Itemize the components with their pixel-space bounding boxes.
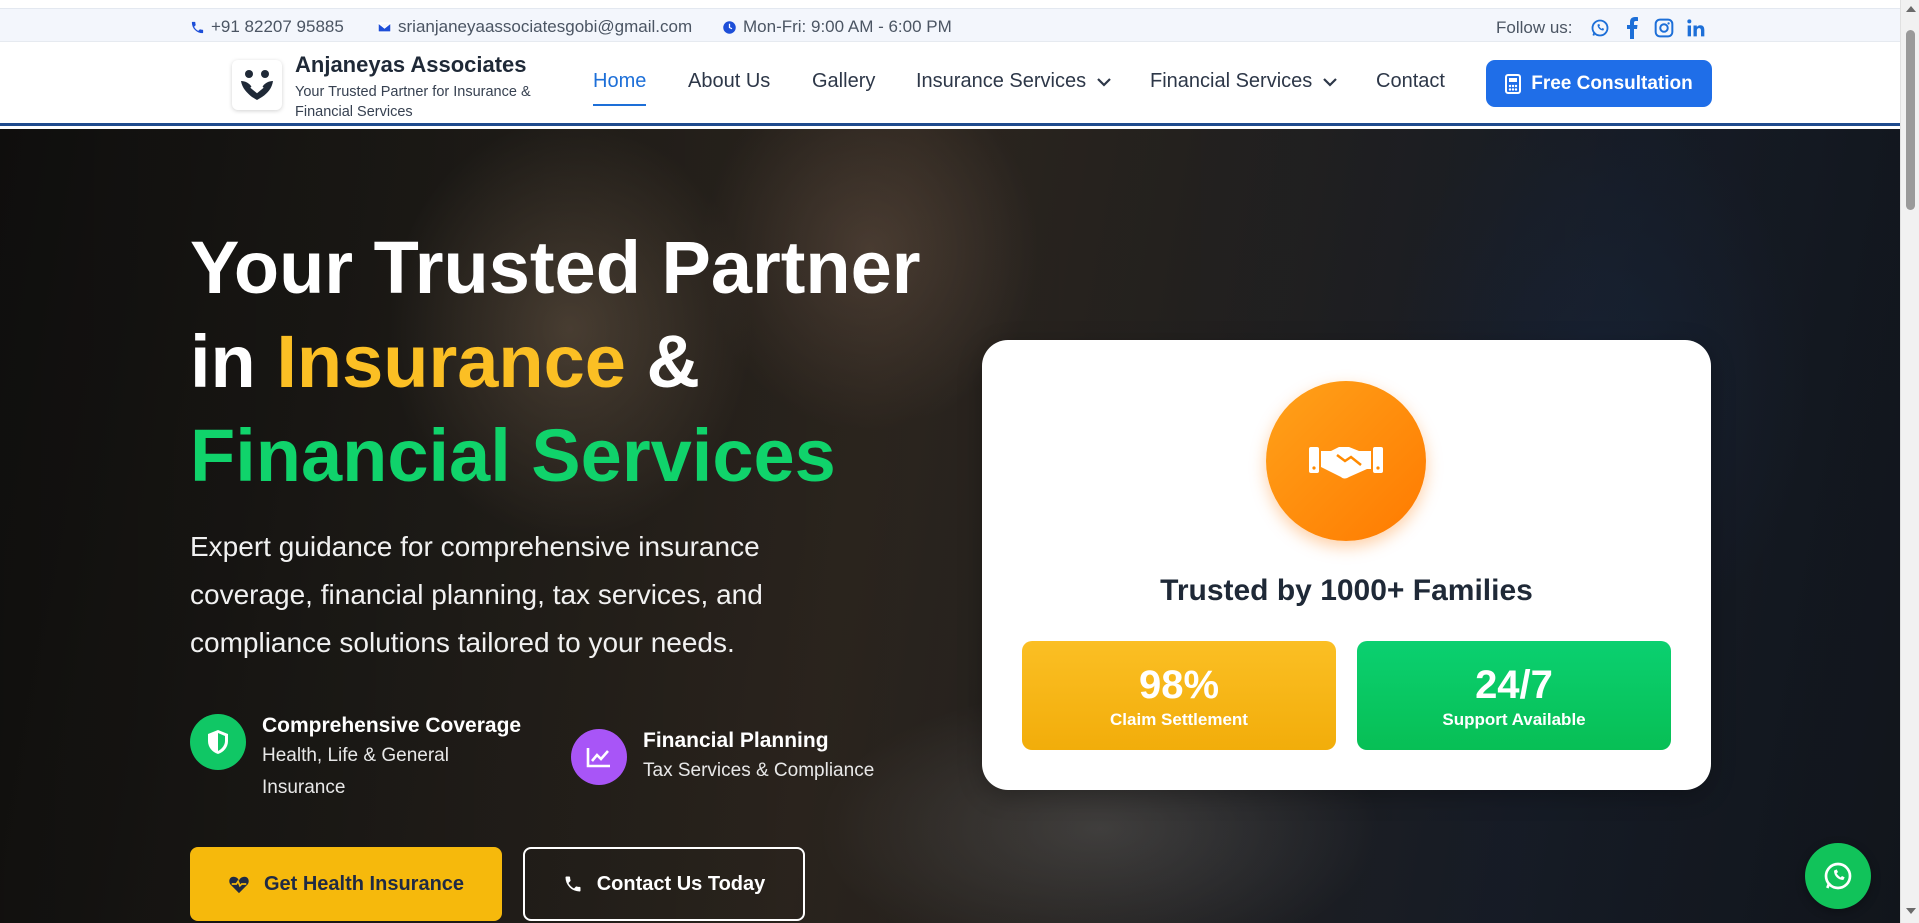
stat-claim-label: Claim Settlement [1110,710,1248,729]
feature-planning: Financial Planning Tax Services & Compli… [571,729,901,787]
nav-gallery[interactable]: Gallery [812,70,875,93]
facebook-icon[interactable] [1621,17,1643,39]
get-health-insurance-label: Get Health Insurance [263,872,465,895]
page-scrollbar[interactable] [1900,0,1919,923]
nav-insurance-label: Insurance Services [916,70,1087,92]
headline-amp: & [625,320,700,403]
stat-support-label: Support Available [1442,710,1586,729]
scroll-up-arrow[interactable] [1906,6,1916,12]
social-links: Follow us: [1496,17,1707,39]
chart-line-icon [571,729,627,785]
site-header: Anjaneyas Associates Your Trusted Partne… [0,42,1900,126]
email-info[interactable]: srianjaneyaassociatesgobi@gmail.com [377,17,692,37]
feature-coverage-title: Comprehensive Coverage [262,714,522,737]
whatsapp-icon [1824,862,1852,890]
feature-coverage: Comprehensive Coverage Health, Life & Ge… [190,714,550,804]
chevron-down-icon [1323,77,1338,87]
nav-financial-label: Financial Services [1150,70,1313,92]
hero-headline: Your Trusted Partner in Insurance & Fina… [190,221,921,503]
feature-planning-title: Financial Planning [643,729,829,752]
calculator-icon [1505,73,1522,94]
stat-support: 24/7 Support Available [1357,641,1671,750]
stat-claim-value: 98% [1138,663,1220,707]
scrollbar-thumb[interactable] [1906,30,1915,210]
brand-name[interactable]: Anjaneyas Associates [295,52,527,78]
whatsapp-icon[interactable] [1589,17,1611,39]
whatsapp-chat-button[interactable] [1805,843,1871,909]
contact-us-button[interactable]: Contact Us Today [523,847,805,921]
nav-insurance-services[interactable]: Insurance Services [916,70,1112,93]
phone-icon [565,876,581,892]
follow-label: Follow us: [1496,18,1573,37]
brand-tagline: Your Trusted Partner for Insurance & Fin… [295,84,531,120]
cta-label: Free Consultation [1531,72,1693,94]
headline-line-3: Financial Services [190,414,836,497]
headline-line-2: in Insurance & [190,315,921,409]
feature-coverage-sub: Health, Life & General Insurance [262,745,449,798]
headline-in: in [190,320,277,403]
feature-planning-sub: Tax Services & Compliance [643,760,875,781]
linkedin-icon[interactable] [1685,17,1707,39]
phone-icon [191,21,204,33]
headline-line-1: Your Trusted Partner [190,226,921,309]
phone-info[interactable]: +91 82207 95885 [190,17,344,37]
trust-card-title: Trusted by 1000+ Families [1160,574,1533,607]
mail-icon [377,22,392,32]
clock-icon [723,20,736,34]
hero-subtext: Expert guidance for comprehensive insura… [190,531,763,658]
handshake-logo-icon [241,70,273,100]
stat-support-value: 24/7 [1475,663,1553,707]
scroll-down-arrow[interactable] [1906,908,1916,914]
trust-card: Trusted by 1000+ Families 98% Claim Sett… [982,340,1711,790]
nav-home[interactable]: Home [593,70,647,106]
chevron-down-icon [1097,77,1111,87]
heart-pulse-icon [229,876,249,894]
nav-contact[interactable]: Contact [1376,70,1445,93]
hours-info: Mon-Fri: 9:00 AM - 6:00 PM [722,17,952,37]
handshake-icon [1266,381,1426,541]
hours-text: Mon-Fri: 9:00 AM - 6:00 PM [743,17,952,36]
instagram-icon[interactable] [1653,17,1675,39]
top-info-bar: +91 82207 95885 srianjaneyaassociatesgob… [0,8,1900,42]
shield-icon [190,714,246,770]
get-health-insurance-button[interactable]: Get Health Insurance [190,847,502,921]
nav-financial-services[interactable]: Financial Services [1150,70,1338,93]
phone-text: +91 82207 95885 [211,17,344,36]
hero-section: Your Trusted Partner in Insurance & Fina… [0,129,1900,923]
free-consultation-button[interactable]: Free Consultation [1486,60,1712,107]
headline-insurance: Insurance [276,320,626,403]
stat-claim-settlement: 98% Claim Settlement [1022,641,1336,750]
contact-us-label: Contact Us Today [596,872,766,895]
logo[interactable] [232,60,282,110]
nav-about[interactable]: About Us [688,70,770,93]
email-text: srianjaneyaassociatesgobi@gmail.com [398,17,693,36]
